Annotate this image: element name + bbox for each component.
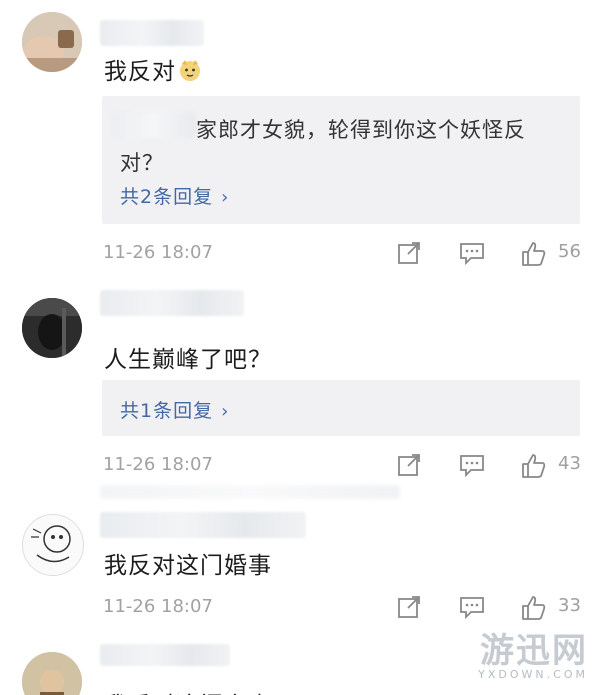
blur-artifact	[100, 485, 400, 499]
reply-text-cont: 对？	[120, 151, 164, 175]
comment-3: 我反对这门婚事 11-26 18:07 33	[0, 500, 600, 640]
avatar[interactable]	[22, 514, 84, 576]
username-blurred[interactable]	[100, 512, 306, 538]
comment-meta: 11-26 18:07 43	[0, 452, 600, 482]
avatar-image	[22, 298, 82, 358]
avatar[interactable]	[22, 298, 82, 358]
chevron-right-icon: ›	[221, 401, 230, 422]
comment-text: 我反对这门婚事	[104, 553, 272, 579]
share-icon[interactable]	[396, 240, 422, 270]
timestamp: 11-26 18:07	[103, 454, 213, 475]
view-replies-link[interactable]: 共1条回复 ›	[120, 396, 229, 423]
reply-text: 家郎才女貌，轮得到你这个妖怪反	[196, 118, 526, 142]
watermark-logo: 游迅网 YXDOWN.COM	[478, 631, 588, 681]
like-count: 33	[558, 595, 581, 616]
comment-text: 我反对这门亲事	[104, 686, 272, 695]
comment-1: 我反对 家郎才女貌，轮得到你这个妖怪反 对？ 共2条回复 › 11-26 18:0…	[0, 0, 600, 280]
comment-meta: 11-26 18:07 56	[0, 240, 600, 270]
comment-icon[interactable]	[458, 594, 486, 624]
timestamp: 11-26 18:07	[103, 242, 213, 263]
comment-text: 我反对	[104, 52, 202, 88]
avatar-image	[23, 515, 83, 575]
comment-icon[interactable]	[458, 240, 486, 270]
share-icon[interactable]	[396, 594, 422, 624]
avatar-image	[22, 652, 82, 695]
comment-text: 人生巅峰了吧？	[104, 347, 272, 373]
avatar[interactable]	[22, 652, 82, 695]
doge-emoji-icon	[178, 58, 202, 88]
like-icon[interactable]	[520, 594, 548, 626]
view-replies-link[interactable]: 共2条回复 ›	[120, 182, 229, 209]
like-icon[interactable]	[520, 452, 548, 484]
like-count: 56	[558, 241, 581, 262]
chevron-right-icon: ›	[221, 187, 230, 208]
avatar-image	[22, 12, 82, 72]
username-blurred[interactable]	[100, 644, 230, 666]
comment-2: 人生巅峰了吧？ 共1条回复 › 11-26 18:07 43	[0, 280, 600, 500]
like-icon[interactable]	[520, 240, 548, 272]
username-blurred[interactable]	[100, 20, 204, 46]
share-icon[interactable]	[396, 452, 422, 482]
comment-meta: 11-26 18:07 33	[0, 594, 600, 624]
avatar[interactable]	[22, 12, 82, 72]
reply-username-blurred[interactable]	[112, 112, 196, 138]
comment-icon[interactable]	[458, 452, 486, 482]
username-blurred[interactable]	[100, 290, 244, 316]
reply-preview-box[interactable]: 共1条回复 ›	[102, 380, 580, 436]
like-count: 43	[558, 453, 581, 474]
reply-preview-box[interactable]: 家郎才女貌，轮得到你这个妖怪反 对？ 共2条回复 ›	[102, 96, 580, 224]
timestamp: 11-26 18:07	[103, 596, 213, 617]
